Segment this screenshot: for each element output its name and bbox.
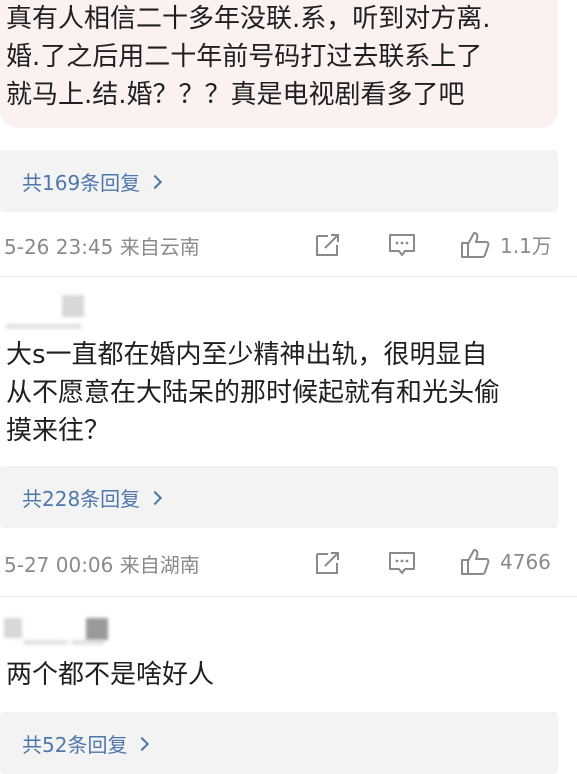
comment-line: 大s一直都在婚内至少精神出轨，很明显自 [6,340,488,370]
thumbs-up-icon [461,231,490,258]
replies-box: 共52条回复 [0,712,558,774]
avatar-redacted [4,618,22,638]
replies-box: 共228条回复 [0,466,558,528]
comment-text: 两个都不是啥好人 [6,656,214,694]
like-count: 4766 [500,550,551,574]
chevron-right-icon [135,736,150,752]
comment-line: 摸来往？ [6,416,111,446]
username-redacted: ▁▁▁▁ ▁▁▁ [24,628,104,644]
replies-count-label: 共52条回复 [22,732,128,757]
view-replies-link[interactable]: 共228条回复 [22,483,163,512]
comment-text: 大s一直都在婚内至少精神出轨，很明显自 从不愿意在大陆呆的那时候起就有和光头偷 … [6,336,500,450]
share-icon[interactable] [314,550,342,576]
comment-line: 真有人相信二十多年没联.系，听到对方离. [6,4,491,34]
like-count: 1.1万 [500,234,552,258]
like-button[interactable]: 1.1万 [460,230,552,259]
replies-count-label: 共228条回复 [22,486,141,511]
view-replies-link[interactable]: 共169条回复 [22,167,163,196]
comment-meta-row: 5-26 23:45 来自云南 1.1万 [4,228,560,262]
share-icon[interactable] [314,232,342,258]
comment-meta-row: 5-27 00:06 来自湖南 4766 [4,546,560,580]
thumbs-up-icon [461,549,490,575]
comment-line: 就马上.结.婚？？？真是电视剧看多了吧 [6,80,465,110]
comment-icon[interactable] [388,232,416,258]
comment-text: 真有人相信二十多年没联.系，听到对方离. 婚.了之后用二十年前号码打过去联系上了… [6,0,491,114]
replies-box: 共169条回复 [0,150,558,212]
view-replies-link[interactable]: 共52条回复 [22,729,150,758]
comment-line: 从不愿意在大陆呆的那时候起就有和光头偷 [6,378,501,408]
chevron-right-icon [148,174,163,190]
comment-line: 婚.了之后用二十年前号码打过去联系上了 [6,42,483,72]
comment-icon[interactable] [388,550,416,576]
divider [0,596,577,597]
divider [0,276,577,277]
like-button[interactable]: 4766 [460,548,551,576]
username-redacted: ▁▁▁▁▁▁▁ [6,312,82,328]
comment-line: 两个都不是啥好人 [6,660,215,690]
replies-count-label: 共169条回复 [22,170,141,195]
chevron-right-icon [148,490,163,506]
